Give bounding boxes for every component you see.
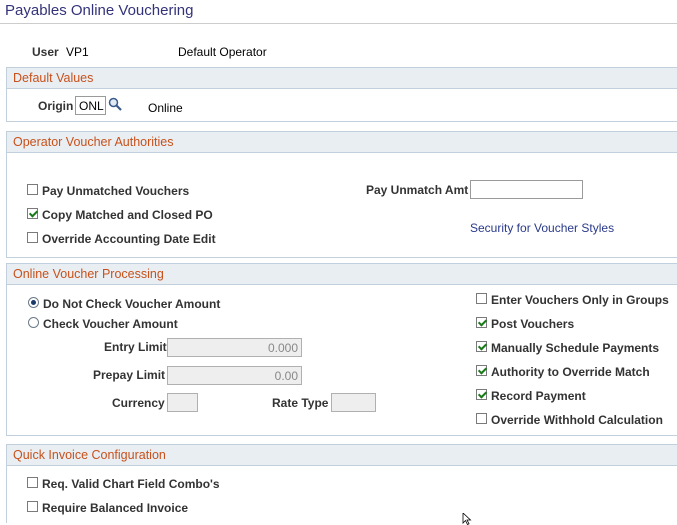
security-voucher-styles-link[interactable]: Security for Voucher Styles bbox=[470, 221, 614, 235]
pay-unmatched-label: Pay Unmatched Vouchers bbox=[42, 184, 190, 198]
do-not-check-radio[interactable] bbox=[28, 297, 39, 308]
record-payment-label: Record Payment bbox=[491, 389, 586, 403]
rate-type-label: Rate Type bbox=[272, 396, 329, 410]
manually-schedule-label: Manually Schedule Payments bbox=[491, 341, 660, 355]
req-valid-chartfield-label: Req. Valid Chart Field Combo's bbox=[42, 477, 220, 491]
override-acct-date-checkbox[interactable] bbox=[27, 232, 38, 243]
override-match-label: Authority to Override Match bbox=[491, 365, 650, 379]
check-amount-radio[interactable] bbox=[28, 317, 39, 328]
post-vouchers-label: Post Vouchers bbox=[491, 317, 575, 331]
magnifier-icon[interactable] bbox=[108, 97, 122, 111]
origin-input[interactable]: ONL bbox=[75, 96, 106, 115]
override-withhold-label: Override Withhold Calculation bbox=[491, 413, 663, 427]
entry-limit-input[interactable]: 0.000 bbox=[167, 338, 302, 357]
currency-label: Currency bbox=[112, 396, 165, 410]
override-match-checkbox[interactable] bbox=[476, 365, 487, 376]
currency-input[interactable] bbox=[167, 393, 198, 412]
manually-schedule-checkbox[interactable] bbox=[476, 341, 487, 352]
do-not-check-label: Do Not Check Voucher Amount bbox=[43, 297, 221, 311]
user-name: Default Operator bbox=[178, 45, 267, 59]
copy-matched-checkbox[interactable] bbox=[27, 208, 38, 219]
entry-limit-label: Entry Limit bbox=[104, 340, 167, 354]
enter-in-groups-checkbox[interactable] bbox=[476, 293, 487, 304]
post-vouchers-checkbox[interactable] bbox=[476, 317, 487, 328]
pay-unmatch-amt-input[interactable] bbox=[470, 180, 583, 199]
origin-description: Online bbox=[148, 101, 183, 115]
check-amount-label: Check Voucher Amount bbox=[43, 317, 178, 331]
pay-unmatched-checkbox[interactable] bbox=[27, 184, 38, 195]
default-values-section: Default Values bbox=[6, 67, 677, 122]
processing-header: Online Voucher Processing bbox=[7, 264, 677, 285]
quick-invoice-header: Quick Invoice Configuration bbox=[7, 445, 677, 466]
user-label: User bbox=[32, 45, 59, 59]
pay-unmatch-amt-label: Pay Unmatch Amt bbox=[366, 183, 469, 197]
require-balanced-label: Require Balanced Invoice bbox=[42, 501, 189, 515]
title-divider bbox=[0, 23, 677, 24]
prepay-limit-input[interactable]: 0.00 bbox=[167, 366, 302, 385]
user-id: VP1 bbox=[66, 45, 89, 59]
record-payment-checkbox[interactable] bbox=[476, 389, 487, 400]
default-values-header: Default Values bbox=[7, 68, 677, 89]
override-acct-date-label: Override Accounting Date Edit bbox=[42, 232, 216, 246]
require-balanced-checkbox[interactable] bbox=[27, 501, 38, 512]
mouse-pointer-icon bbox=[462, 513, 472, 525]
enter-in-groups-label: Enter Vouchers Only in Groups bbox=[491, 293, 669, 307]
page-title: Payables Online Vouchering bbox=[5, 2, 194, 19]
authorities-header: Operator Voucher Authorities bbox=[7, 132, 677, 153]
req-valid-chartfield-checkbox[interactable] bbox=[27, 477, 38, 488]
origin-label: Origin bbox=[38, 99, 74, 113]
copy-matched-label: Copy Matched and Closed PO bbox=[42, 208, 213, 222]
prepay-limit-label: Prepay Limit bbox=[93, 368, 166, 382]
override-withhold-checkbox[interactable] bbox=[476, 413, 487, 424]
rate-type-input[interactable] bbox=[331, 393, 376, 412]
